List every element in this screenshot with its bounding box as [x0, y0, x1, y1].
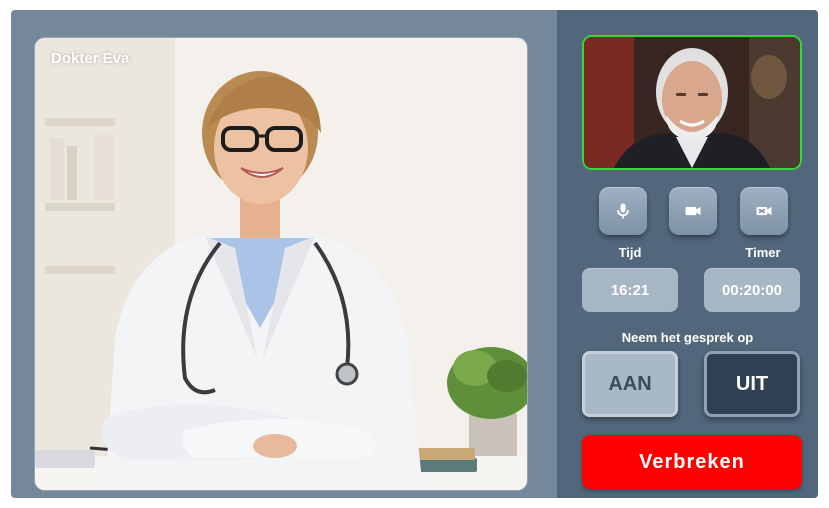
record-off-button[interactable]: UIT [704, 351, 800, 417]
camera-button[interactable] [669, 187, 717, 235]
self-view-image [584, 37, 800, 168]
self-view-video [582, 35, 802, 170]
time-label: Tijd [618, 245, 642, 260]
hangup-button[interactable]: Verbreken [582, 435, 802, 489]
time-display: 16:21 [582, 268, 678, 312]
record-on-button[interactable]: AAN [582, 351, 678, 417]
video-call-window: Dokter Eva Tijd Timer 16:21 00:20:00 Nee… [11, 10, 818, 498]
video-off-icon [756, 206, 772, 216]
microphone-icon [617, 203, 629, 219]
video-off-button[interactable] [740, 187, 788, 235]
camera-icon [685, 206, 701, 216]
timer-display: 00:20:00 [704, 268, 800, 312]
microphone-button[interactable] [599, 187, 647, 235]
remote-video: Dokter Eva [35, 38, 527, 490]
timer-label: Timer [745, 245, 781, 260]
remote-video-image [35, 38, 527, 490]
control-panel: Tijd Timer 16:21 00:20:00 Neem het gespr… [557, 10, 818, 498]
record-call-label: Neem het gesprek op [621, 330, 754, 345]
caller-name: Dokter Eva [51, 50, 130, 67]
